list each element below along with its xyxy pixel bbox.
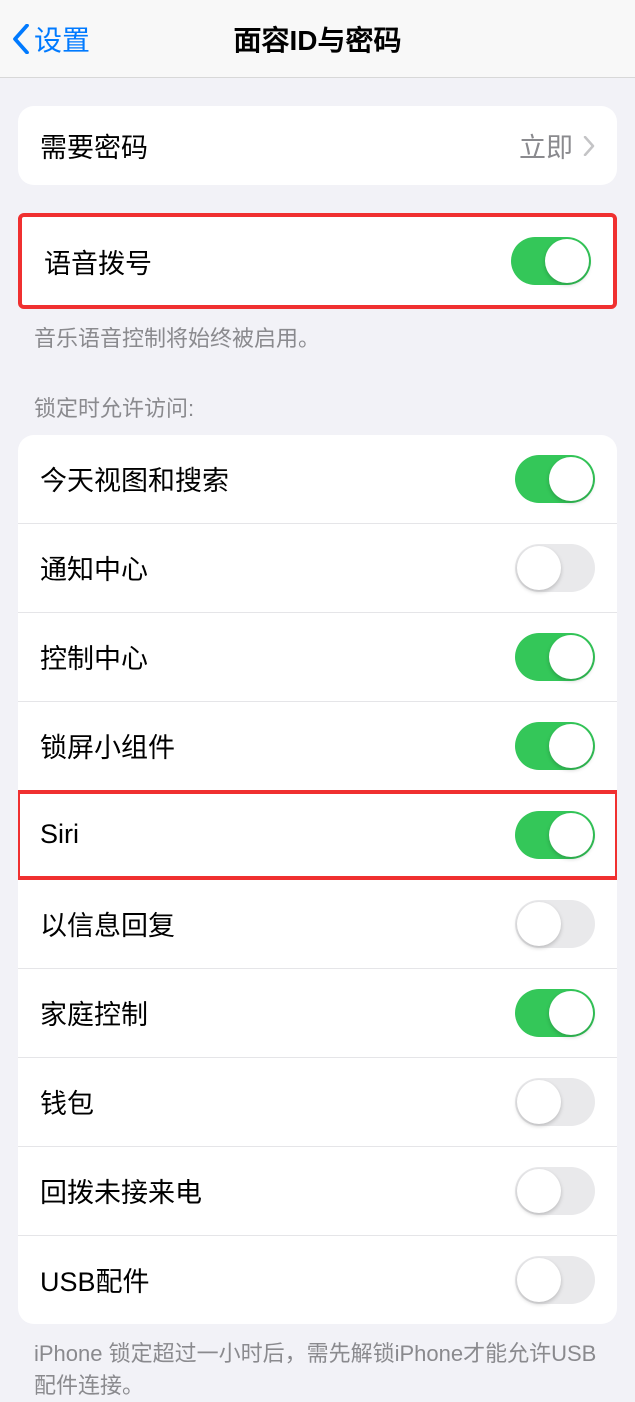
locked-item-label: 控制中心 <box>40 637 148 676</box>
toggle-knob <box>517 1169 561 1213</box>
chevron-right-icon <box>583 136 595 156</box>
locked-item-row[interactable]: 家庭控制 <box>18 968 617 1057</box>
locked-item-toggle[interactable] <box>515 1167 595 1215</box>
locked-item-toggle[interactable] <box>515 633 595 681</box>
voice-dial-toggle[interactable] <box>511 237 591 285</box>
locked-item-toggle[interactable] <box>515 989 595 1037</box>
usb-footer: iPhone 锁定超过一小时后，需先解锁iPhone才能允许USB 配件连接。 <box>0 1324 635 1402</box>
locked-item-label: 今天视图和搜索 <box>40 459 229 498</box>
locked-item-row[interactable]: USB配件 <box>18 1235 617 1324</box>
locked-item-toggle[interactable] <box>515 1078 595 1126</box>
locked-item-row[interactable]: 锁屏小组件 <box>18 701 617 790</box>
locked-item-toggle[interactable] <box>515 900 595 948</box>
voice-dial-row[interactable]: 语音拨号 <box>22 217 613 305</box>
toggle-knob <box>517 902 561 946</box>
locked-access-section: 今天视图和搜索通知中心控制中心锁屏小组件 Siri 以信息回复家庭控制钱包回拨未接来… <box>18 435 617 1324</box>
locked-item-row[interactable]: 今天视图和搜索 <box>18 435 617 523</box>
locked-item-toggle[interactable] <box>515 544 595 592</box>
require-passcode-section: 需要密码 立即 <box>18 106 617 185</box>
locked-item-row[interactable]: 以信息回复 <box>18 879 617 968</box>
locked-item-label: 以信息回复 <box>40 904 175 943</box>
locked-item-label: 家庭控制 <box>40 993 148 1032</box>
toggle-knob <box>517 1080 561 1124</box>
locked-item-label: 锁屏小组件 <box>40 726 175 765</box>
locked-item-toggle[interactable] <box>515 722 595 770</box>
require-passcode-value: 立即 <box>519 126 595 165</box>
locked-item-label: USB配件 <box>40 1260 150 1299</box>
chevron-left-icon <box>12 24 30 54</box>
toggle-knob <box>549 991 593 1035</box>
header-bar: 设置 面容ID与密码 <box>0 0 635 78</box>
locked-access-header: 锁定时允许访问: <box>0 391 635 423</box>
locked-item-row[interactable]: 钱包 <box>18 1057 617 1146</box>
toggle-knob <box>549 457 593 501</box>
locked-item-row[interactable]: 回拨未接来电 <box>18 1146 617 1235</box>
locked-item-label: 回拨未接来电 <box>40 1171 202 1210</box>
require-passcode-label: 需要密码 <box>40 126 148 165</box>
back-label: 设置 <box>34 19 90 59</box>
locked-item-toggle[interactable] <box>515 1256 595 1304</box>
toggle-knob <box>549 635 593 679</box>
locked-item-toggle[interactable] <box>515 455 595 503</box>
page-title: 面容ID与密码 <box>233 19 401 59</box>
locked-item-label: 钱包 <box>40 1082 94 1121</box>
locked-item-row[interactable]: 通知中心 <box>18 523 617 612</box>
toggle-knob <box>517 546 561 590</box>
locked-item-row[interactable]: 控制中心 <box>18 612 617 701</box>
voice-dial-footer: 音乐语音控制将始终被启用。 <box>0 309 635 355</box>
voice-dial-label: 语音拨号 <box>44 242 152 281</box>
back-button[interactable]: 设置 <box>12 19 90 59</box>
toggle-knob <box>545 239 589 283</box>
locked-item-row[interactable]: Siri <box>18 790 617 879</box>
locked-item-label: 通知中心 <box>40 548 148 587</box>
require-passcode-row[interactable]: 需要密码 立即 <box>18 106 617 185</box>
locked-item-label: Siri <box>40 819 79 850</box>
toggle-knob <box>549 813 593 857</box>
locked-item-toggle[interactable] <box>515 811 595 859</box>
toggle-knob <box>549 724 593 768</box>
toggle-knob <box>517 1258 561 1302</box>
voice-dial-section: 语音拨号 <box>18 213 617 309</box>
